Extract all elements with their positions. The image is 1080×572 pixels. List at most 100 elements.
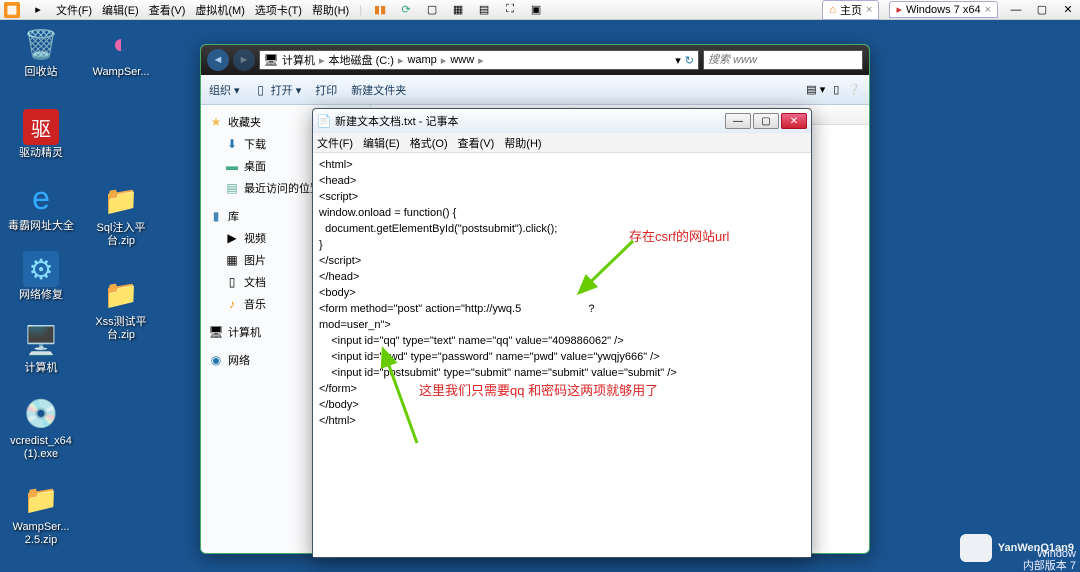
window-max-icon[interactable]: ▢	[1034, 2, 1050, 18]
ie-icon: e	[21, 178, 61, 218]
icon-pc[interactable]: 🖥️计算机	[6, 320, 76, 375]
close-button[interactable]: ✕	[781, 113, 807, 129]
menu-help[interactable]: 帮助(H)	[312, 2, 349, 18]
document-icon: ▯	[225, 275, 239, 289]
tb-open[interactable]: ▯ 打开 ▾	[254, 82, 302, 98]
desktop-icons-col2: ◐WampSer...	[86, 24, 166, 97]
window-close-icon[interactable]: ✕	[1060, 2, 1076, 18]
recycle-icon: 🗑️	[21, 24, 61, 64]
icon-av[interactable]: e毒霸网址大全	[6, 178, 76, 233]
icon-netfix[interactable]: ⚙网络修复	[6, 251, 76, 302]
icon-vcredist[interactable]: 💿vcredist_x64 (1).exe	[6, 393, 76, 461]
crumb-wamp[interactable]: wamp	[407, 54, 436, 66]
view-icon[interactable]: ▤ ▾	[806, 83, 825, 96]
open-icon: ▯	[254, 83, 268, 97]
power-icon[interactable]: ▸	[30, 2, 46, 18]
explorer-toolbar: 组织 ▾ ▯ 打开 ▾ 打印 新建文件夹 ▤ ▾ ▯ ❔	[201, 75, 869, 105]
desktop-icons-col2b: 📁Sql注入平台.zip 📁Xss测试平台.zip	[86, 180, 166, 360]
explorer-addressbar-row: ◄ ► 🖥 计算机▸ 本地磁盘 (C:)▸ wamp▸ www▸ ▾↻	[201, 45, 869, 75]
wechat-icon	[960, 534, 992, 562]
icon-xss[interactable]: 📁Xss测试平台.zip	[86, 274, 156, 342]
np-menu-file[interactable]: 文件(F)	[317, 135, 353, 151]
np-menu-edit[interactable]: 编辑(E)	[363, 135, 400, 151]
icon-wamp2[interactable]: 📁WampSer... 2.5.zip	[6, 479, 76, 547]
tool2-icon[interactable]: ▤	[476, 2, 492, 18]
menu-vm[interactable]: 虚拟机(M)	[195, 2, 245, 18]
annotation-csrf: 存在csrf的网站url	[629, 229, 729, 245]
np-menu-help[interactable]: 帮助(H)	[504, 135, 541, 151]
search-input[interactable]	[703, 50, 863, 70]
menu-edit[interactable]: 编辑(E)	[102, 2, 139, 18]
download-icon: ⬇	[225, 137, 239, 151]
tb-newfolder[interactable]: 新建文件夹	[351, 82, 406, 98]
icon-wamp[interactable]: ◐WampSer...	[86, 24, 156, 79]
notepad-window: 📄 新建文本文档.txt - 记事本 — ▢ ✕ 文件(F) 编辑(E) 格式(…	[312, 108, 812, 558]
star-icon: ★	[209, 115, 223, 129]
network-icon: ◉	[209, 353, 223, 367]
crumb-computer[interactable]: 计算机	[282, 52, 315, 68]
address-bar[interactable]: 🖥 计算机▸ 本地磁盘 (C:)▸ wamp▸ www▸ ▾↻	[259, 50, 699, 70]
pause-icon[interactable]: ▮▮	[372, 2, 388, 18]
home-icon: ⌂	[829, 4, 836, 16]
library-icon: ▮	[209, 209, 223, 223]
desktop[interactable]: 🗑️回收站 驱驱动精灵 e毒霸网址大全 ⚙网络修复 🖥️计算机 💿vcredis…	[0, 20, 1080, 572]
netfix-icon: ⚙	[23, 251, 59, 287]
notepad-title: 新建文本文档.txt - 记事本	[331, 113, 725, 129]
desktop-icons-col1: 🗑️回收站 驱驱动精灵 e毒霸网址大全 ⚙网络修复 🖥️计算机 💿vcredis…	[6, 24, 86, 565]
max-button[interactable]: ▢	[753, 113, 779, 129]
menu-tabs[interactable]: 选项卡(T)	[255, 2, 302, 18]
refresh-icon[interactable]: ↻	[685, 54, 694, 67]
tab-home[interactable]: ⌂主页×	[822, 0, 879, 20]
recent-icon: ▤	[225, 181, 239, 195]
annotation-fields: 这里我们只需要qq 和密码这两项就够用了	[419, 383, 658, 399]
driver-icon: 驱	[23, 109, 59, 145]
vm-logo-icon: ▦	[4, 2, 20, 18]
icon-recycle[interactable]: 🗑️回收站	[6, 24, 76, 79]
notepad-icon: 📄	[317, 114, 331, 128]
computer-icon: 🖥	[264, 53, 278, 67]
close-icon[interactable]: ×	[866, 4, 872, 16]
tab-win7[interactable]: ▸Windows 7 x64×	[889, 1, 998, 18]
watermark: YanWenQ1an9	[960, 534, 1074, 562]
help-icon[interactable]: ❔	[847, 83, 861, 96]
computer-icon: 🖥️	[21, 320, 61, 360]
tb-print[interactable]: 打印	[315, 82, 337, 98]
menu-view[interactable]: 查看(V)	[149, 2, 186, 18]
nav-back-button[interactable]: ◄	[207, 49, 229, 71]
video-icon: ▶	[225, 231, 239, 245]
vm-icon: ▸	[896, 3, 902, 16]
np-menu-view[interactable]: 查看(V)	[458, 135, 495, 151]
close-icon[interactable]: ×	[985, 4, 991, 16]
min-button[interactable]: —	[725, 113, 751, 129]
vm-toolbar: ▦ ▸ 文件(F) 编辑(E) 查看(V) 虚拟机(M) 选项卡(T) 帮助(H…	[0, 0, 1080, 20]
snapshot-icon[interactable]: ▢	[424, 2, 440, 18]
tool-icon[interactable]: ▦	[450, 2, 466, 18]
np-menu-format[interactable]: 格式(O)	[410, 135, 448, 151]
notepad-titlebar[interactable]: 📄 新建文本文档.txt - 记事本 — ▢ ✕	[313, 109, 811, 133]
desktop-icon: ▬	[225, 159, 239, 173]
crumb-disk[interactable]: 本地磁盘 (C:)	[329, 52, 394, 68]
icon-driver[interactable]: 驱驱动精灵	[6, 109, 76, 160]
crumb-www[interactable]: www	[450, 54, 474, 66]
tb-organize[interactable]: 组织 ▾	[209, 82, 240, 98]
zip-icon: 📁	[101, 274, 141, 314]
nav-fwd-button[interactable]: ►	[233, 49, 255, 71]
menu-file[interactable]: 文件(F)	[56, 2, 92, 18]
zip-icon: 📁	[101, 180, 141, 220]
unity-icon[interactable]: ▣	[528, 2, 544, 18]
picture-icon: ▦	[225, 253, 239, 267]
fullscreen-icon[interactable]: ⛶	[502, 2, 518, 18]
computer-icon: 🖥	[209, 325, 223, 339]
toolbar-sep: |	[359, 4, 362, 16]
zip-icon: 📁	[21, 479, 61, 519]
installer-icon: 💿	[21, 393, 61, 433]
music-icon: ♪	[225, 297, 239, 311]
icon-sqli[interactable]: 📁Sql注入平台.zip	[86, 180, 156, 248]
notepad-menu: 文件(F) 编辑(E) 格式(O) 查看(V) 帮助(H)	[313, 133, 811, 153]
dropdown-icon[interactable]: ▾	[675, 54, 681, 67]
wamp-icon: ◐	[101, 24, 141, 64]
notepad-body[interactable]: <html><head><script>window.onload = func…	[313, 153, 811, 557]
preview-icon[interactable]: ▯	[833, 83, 839, 96]
reset-icon[interactable]: ⟳	[398, 2, 414, 18]
window-min-icon[interactable]: —	[1008, 2, 1024, 18]
